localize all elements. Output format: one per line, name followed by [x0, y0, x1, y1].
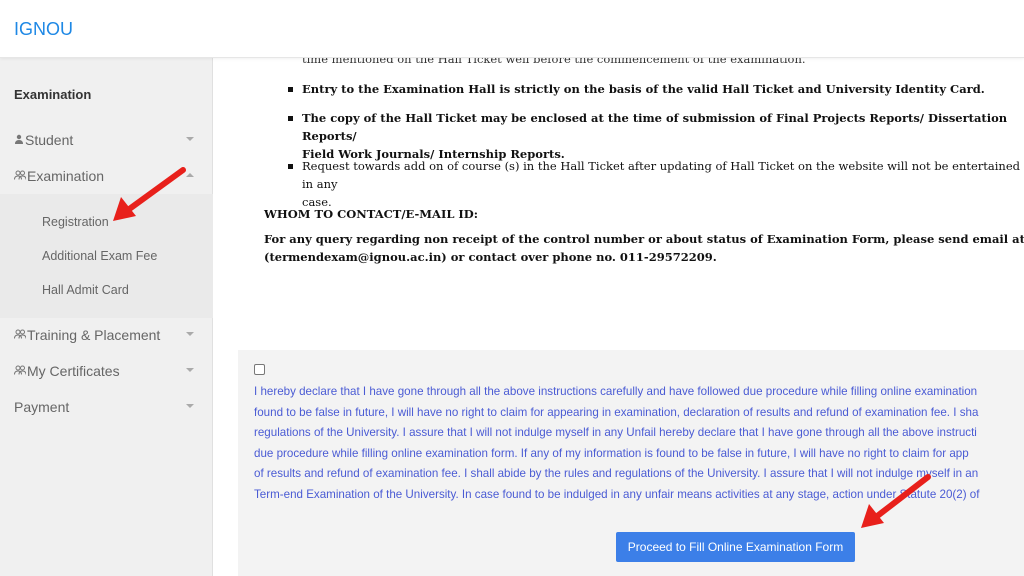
sidebar-item-label: Payment: [14, 399, 70, 415]
proceed-button[interactable]: Proceed to Fill Online Examination Form: [616, 532, 855, 562]
examination-submenu: Registration Additional Exam Fee Hall Ad…: [0, 194, 213, 318]
sidebar-item-examination[interactable]: Examination: [0, 159, 213, 193]
group-icon: [14, 329, 27, 342]
group-icon: [14, 170, 27, 183]
main-content: time mentioned on the Hall Ticket well b…: [238, 58, 1024, 576]
bullet-icon: [288, 87, 293, 92]
instruction-bullet: Entry to the Examination Hall is strictl…: [288, 80, 1024, 98]
group-icon: [14, 365, 27, 378]
chevron-down-icon: [185, 329, 195, 339]
instruction-bullet: Request towards add on of course (s) in …: [288, 157, 1024, 211]
instruction-text: Request towards add on of course (s) in …: [302, 159, 1021, 209]
submenu-item-additional-exam-fee[interactable]: Additional Exam Fee: [42, 249, 157, 263]
sidebar-item-my-certificates[interactable]: My Certificates: [0, 354, 213, 388]
sidebar: Examination Student Examination Registra…: [0, 58, 213, 576]
contact-heading: WHOM TO CONTACT/E-MAIL ID:: [264, 207, 479, 221]
submenu-item-registration[interactable]: Registration: [42, 215, 109, 229]
bullet-icon: [288, 164, 293, 169]
chevron-down-icon: [185, 134, 195, 144]
app-window: IGNOU Examination Student Examination Re…: [0, 0, 1024, 576]
declaration-checkbox[interactable]: [254, 364, 265, 375]
sidebar-item-label: My Certificates: [27, 363, 120, 379]
top-bar: IGNOU: [0, 0, 1024, 58]
chevron-down-icon: [185, 401, 195, 411]
instructions-document: time mentioned on the Hall Ticket well b…: [238, 58, 1024, 350]
bullet-icon: [288, 116, 293, 121]
declaration-text: I hereby declare that I have gone throug…: [254, 385, 980, 501]
instruction-text: Entry to the Examination Hall is strictl…: [302, 82, 985, 96]
sidebar-item-training-placement[interactable]: Training & Placement: [0, 318, 213, 352]
brand-logo[interactable]: IGNOU: [14, 19, 73, 40]
sidebar-item-label: Student: [25, 132, 74, 148]
instruction-text-partial: time mentioned on the Hall Ticket well b…: [302, 58, 806, 66]
submenu-item-hall-admit-card[interactable]: Hall Admit Card: [42, 283, 129, 297]
sidebar-item-payment[interactable]: Payment: [0, 390, 213, 424]
instruction-bullet: The copy of the Hall Ticket may be enclo…: [288, 109, 1024, 163]
sidebar-heading: Examination: [14, 87, 92, 102]
user-icon: [14, 134, 24, 147]
sidebar-item-student[interactable]: Student: [0, 123, 213, 157]
contact-details: For any query regarding non receipt of t…: [264, 232, 1024, 264]
sidebar-item-label: Training & Placement: [27, 327, 161, 343]
chevron-up-icon: [185, 170, 195, 180]
sidebar-item-label: Examination: [27, 168, 105, 184]
chevron-down-icon: [185, 365, 195, 375]
instruction-text: The copy of the Hall Ticket may be enclo…: [302, 111, 1008, 161]
